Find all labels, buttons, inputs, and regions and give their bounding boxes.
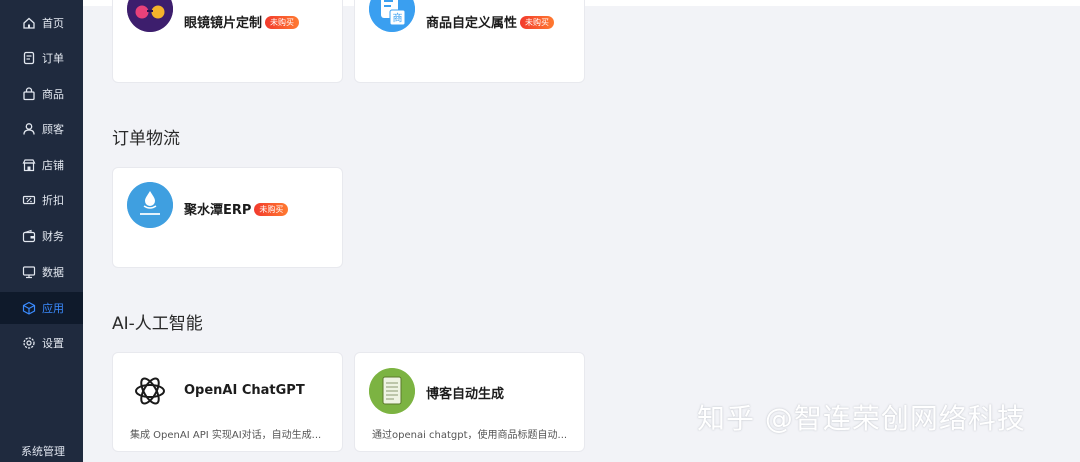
discount-icon [22, 193, 36, 207]
not-purchased-badge: 未购买 [265, 16, 300, 29]
sidebar: 首页 订单 商品 顾客 店铺 折扣 财务 数据 应用 设置 系统管理 [0, 0, 83, 462]
app-title: 聚水潭ERP 未购买 [184, 199, 289, 218]
sidebar-item-label: 折扣 [42, 194, 64, 207]
app-card-openai-chatgpt[interactable]: OpenAI ChatGPT 集成 OpenAI API 实现AI对话，自动生成… [112, 352, 343, 452]
app-card-product-attributes[interactable]: 商 商品自定义属性 未购买 [354, 0, 585, 83]
app-title: OpenAI ChatGPT [184, 383, 305, 398]
system-admin-link[interactable]: 系统管理 [21, 443, 65, 459]
jushuitan-logo-icon [127, 182, 173, 228]
sidebar-item-label: 财务 [42, 230, 64, 243]
app-card-glasses[interactable]: 眼镜镜片定制 未购买 [112, 0, 343, 83]
user-icon [22, 122, 36, 136]
wallet-icon [22, 229, 36, 243]
order-icon [22, 51, 36, 65]
app-description: 通过openai chatgpt，使用商品标题自动... [372, 430, 568, 441]
sidebar-item-products[interactable]: 商品 [0, 78, 83, 110]
app-card-jushuitan[interactable]: 聚水潭ERP 未购买 [112, 167, 343, 268]
app-title: 博客自动生成 [426, 387, 505, 402]
sidebar-item-store[interactable]: 店铺 [0, 149, 83, 181]
apps-main: 眼镜镜片定制 未购买 商 商品自定义属性 未购买 订单物流 聚水潭ERP 未购买… [83, 0, 1080, 462]
sidebar-item-label: 商品 [42, 88, 64, 101]
section-title-logistics: 订单物流 [112, 129, 180, 149]
glasses-icon [127, 0, 173, 32]
bag-icon [22, 87, 36, 101]
sidebar-item-finance[interactable]: 财务 [0, 220, 83, 252]
sidebar-item-customers[interactable]: 顾客 [0, 113, 83, 145]
sidebar-item-data[interactable]: 数据 [0, 256, 83, 288]
sidebar-item-apps[interactable]: 应用 [0, 292, 83, 324]
not-purchased-badge: 未购买 [254, 203, 289, 216]
sidebar-item-label: 应用 [42, 302, 64, 315]
sidebar-item-label: 首页 [42, 17, 64, 30]
sidebar-item-label: 店铺 [42, 159, 64, 172]
notepad-icon [369, 368, 415, 414]
cube-icon [22, 301, 36, 315]
openai-icon [127, 368, 173, 414]
app-title: 商品自定义属性 未购买 [426, 12, 555, 31]
sidebar-item-home[interactable]: 首页 [0, 7, 83, 39]
monitor-icon [22, 265, 36, 279]
sidebar-item-discount[interactable]: 折扣 [0, 184, 83, 216]
home-icon [22, 16, 36, 30]
sidebar-item-orders[interactable]: 订单 [0, 42, 83, 74]
app-description: 集成 OpenAI API 实现AI对话，自动生成... [130, 430, 322, 441]
not-purchased-badge: 未购买 [520, 16, 555, 29]
app-title: 眼镜镜片定制 未购买 [184, 12, 300, 31]
sidebar-item-settings[interactable]: 设置 [0, 327, 83, 359]
gear-icon [22, 336, 36, 350]
section-title-ai: AI-人工智能 [112, 314, 203, 334]
zhihu-watermark: 知乎 @智连荣创网络科技 [697, 402, 1026, 435]
svg-text:商: 商 [393, 12, 403, 25]
app-card-blog-generator[interactable]: 博客自动生成 通过openai chatgpt，使用商品标题自动... [354, 352, 585, 452]
sidebar-item-label: 订单 [42, 52, 64, 65]
sidebar-item-label: 设置 [42, 337, 64, 350]
sidebar-item-label: 数据 [42, 266, 64, 279]
sidebar-item-label: 顾客 [42, 123, 64, 136]
product-attribute-icon: 商 [369, 0, 415, 32]
store-icon [22, 158, 36, 172]
